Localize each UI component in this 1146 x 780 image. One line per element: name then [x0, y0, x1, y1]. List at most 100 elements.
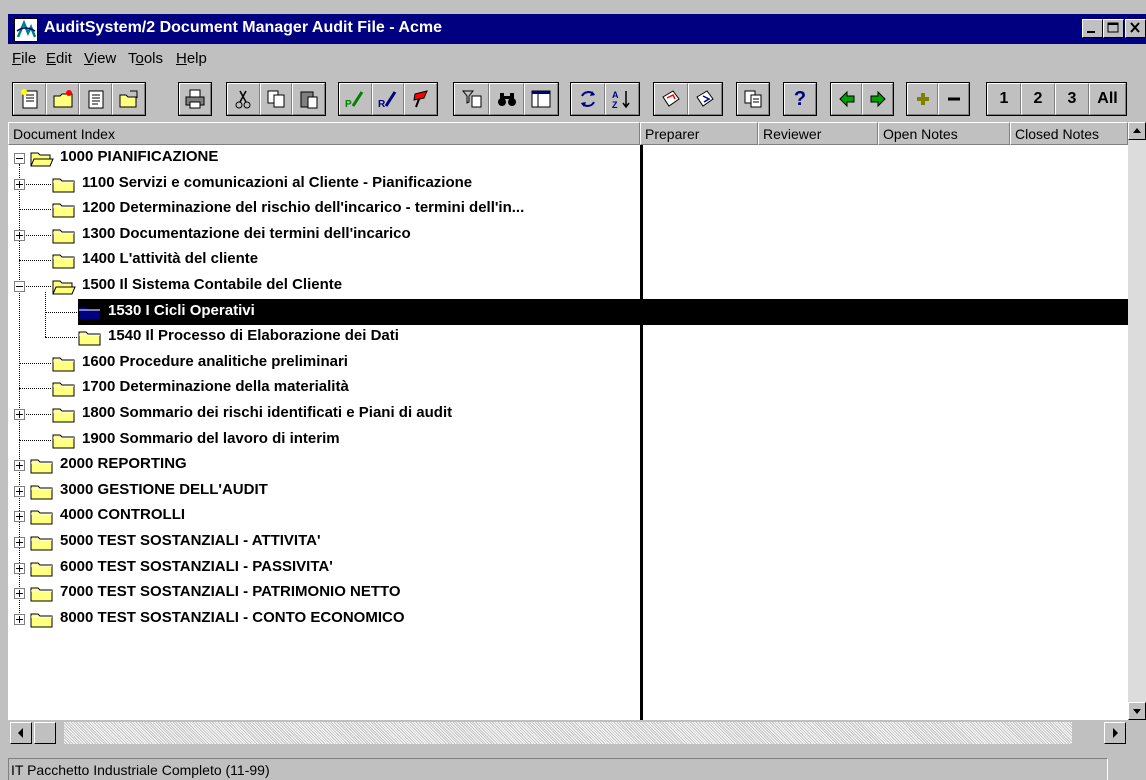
refresh-button[interactable]: [571, 83, 605, 115]
view-panel-button[interactable]: [524, 83, 558, 115]
level-3-button[interactable]: 3: [1055, 83, 1089, 115]
tree-row[interactable]: 6000 TEST SOSTANZIALI - PASSIVITA': [8, 555, 1128, 581]
scroll-up-button[interactable]: [1128, 122, 1146, 140]
expand-node-icon[interactable]: [14, 230, 25, 241]
tree-item-label: 5000 TEST SOSTANZIALI - ATTIVITA': [60, 532, 321, 549]
flag-button[interactable]: [404, 83, 438, 115]
cut-button[interactable]: [227, 83, 260, 115]
tree-row[interactable]: 1540 Il Processo di Elaborazione dei Dat…: [8, 324, 1128, 350]
document-button[interactable]: [79, 83, 112, 115]
paste-button[interactable]: [292, 83, 326, 115]
help-button[interactable]: ?: [784, 83, 816, 115]
find-button[interactable]: [489, 83, 524, 115]
level-2-button[interactable]: 2: [1021, 83, 1055, 115]
expand-node-icon[interactable]: [14, 563, 25, 574]
collapse-node-icon[interactable]: [14, 153, 25, 164]
menu-file[interactable]: File: [12, 50, 36, 67]
prepared-signoff-button[interactable]: P: [339, 83, 372, 115]
scroll-left-button[interactable]: [10, 722, 32, 744]
tree-row[interactable]: 4000 CONTROLLI: [8, 503, 1128, 529]
scroll-track[interactable]: [64, 722, 1072, 744]
menu-tools[interactable]: Tools: [128, 50, 163, 67]
column-header-open-notes[interactable]: Open Notes: [878, 122, 1010, 145]
folder-icon: [52, 434, 75, 449]
filter-button[interactable]: [454, 83, 489, 115]
tree-row[interactable]: 5000 TEST SOSTANZIALI - ATTIVITA': [8, 529, 1128, 555]
roll-back-button[interactable]: [688, 83, 722, 115]
tree-row[interactable]: 8000 TEST SOSTANZIALI - CONTO ECONOMICO: [8, 606, 1128, 632]
tree-row[interactable]: 1530 I Cicli Operativi: [8, 299, 1128, 325]
new-document-icon: [20, 89, 37, 109]
new-folder-button[interactable]: [46, 83, 79, 115]
binoculars-icon: [497, 93, 516, 106]
menu-view[interactable]: View: [84, 50, 116, 67]
expand-node-icon[interactable]: [14, 486, 25, 497]
tree-row[interactable]: 1900 Sommario del lavoro di interim: [8, 427, 1128, 453]
title-bar[interactable]: AuditSystem/2 Document Manager Audit Fil…: [8, 14, 1146, 44]
minimize-button[interactable]: [1082, 19, 1103, 38]
folder-icon: [30, 613, 53, 628]
expand-node-icon[interactable]: [14, 614, 25, 625]
tree-row[interactable]: 1000 PIANIFICAZIONE: [8, 145, 1128, 171]
column-header-row: Document Index Preparer Reviewer Open No…: [8, 122, 1146, 145]
collapse-button[interactable]: [938, 83, 969, 115]
folder-icon: [78, 306, 101, 321]
print-button[interactable]: [179, 83, 211, 115]
toolbar-group-roll: [653, 82, 723, 116]
copy-button[interactable]: [259, 83, 293, 115]
tree-row[interactable]: 1700 Determinazione della materialità: [8, 375, 1128, 401]
tree-row[interactable]: 2000 REPORTING: [8, 452, 1128, 478]
scroll-down-button[interactable]: [1128, 702, 1146, 720]
next-button[interactable]: [862, 83, 893, 115]
menu-help[interactable]: Help: [176, 50, 207, 67]
paste-icon: [300, 91, 318, 109]
column-header-closed-notes[interactable]: Closed Notes: [1010, 122, 1128, 145]
menu-edit[interactable]: Edit: [46, 50, 72, 67]
sort-button[interactable]: AZ: [605, 83, 639, 115]
new-document-button[interactable]: [13, 83, 46, 115]
tree-row[interactable]: 7000 TEST SOSTANZIALI - PATRIMONIO NETTO: [8, 580, 1128, 606]
tree-item-label: 6000 TEST SOSTANZIALI - PASSIVITA': [60, 558, 333, 575]
app-window: AuditSystem/2 Document Manager Audit Fil…: [0, 0, 1146, 780]
duplicate-button[interactable]: [737, 83, 769, 115]
horizontal-scrollbar[interactable]: [8, 720, 1128, 756]
scroll-right-button[interactable]: [1104, 722, 1126, 744]
expand-node-icon[interactable]: [14, 511, 25, 522]
expand-button[interactable]: [907, 83, 938, 115]
column-header-preparer[interactable]: Preparer: [640, 122, 758, 145]
toolbar: P R AZ ? 1 2 3 All: [8, 76, 1146, 122]
tree-row[interactable]: 1300 Documentazione dei termini dell'inc…: [8, 222, 1128, 248]
copy-icon: [267, 90, 285, 108]
tree-row[interactable]: 1800 Sommario dei rischi identificati e …: [8, 401, 1128, 427]
tree-row[interactable]: 1100 Servizi e comunicazioni al Cliente …: [8, 171, 1128, 197]
arrow-up-icon: [1133, 128, 1141, 133]
roll-forward-button[interactable]: [654, 83, 688, 115]
reviewed-signoff-button[interactable]: R: [371, 83, 405, 115]
toolbar-group-document: [12, 82, 146, 116]
expand-node-icon[interactable]: [14, 588, 25, 599]
tree-row[interactable]: 1400 L'attività del cliente: [8, 247, 1128, 273]
level-all-button[interactable]: All: [1089, 83, 1126, 115]
expand-node-icon[interactable]: [14, 537, 25, 548]
expand-node-icon[interactable]: [14, 179, 25, 190]
column-header-index[interactable]: Document Index: [8, 122, 640, 145]
tree-row[interactable]: 1200 Determinazione del rischio dell'inc…: [8, 196, 1128, 222]
folder-icon: [30, 485, 53, 500]
scroll-thumb[interactable]: [34, 722, 56, 744]
open-folder-button[interactable]: [112, 83, 145, 115]
level-1-button[interactable]: 1: [987, 83, 1021, 115]
tree-row[interactable]: 1600 Procedure analitiche preliminari: [8, 350, 1128, 376]
previous-button[interactable]: [831, 83, 862, 115]
tree-row[interactable]: 1500 Il Sistema Contabile del Cliente: [8, 273, 1128, 299]
collapse-node-icon[interactable]: [14, 281, 25, 292]
document-index-tree[interactable]: 1000 PIANIFICAZIONE 1100 Servizi e comuni…: [8, 145, 1128, 720]
maximize-button[interactable]: [1103, 19, 1124, 38]
column-header-reviewer[interactable]: Reviewer: [758, 122, 878, 145]
expand-node-icon[interactable]: [14, 460, 25, 471]
expand-node-icon[interactable]: [14, 409, 25, 420]
close-button[interactable]: [1125, 19, 1146, 38]
vertical-scrollbar[interactable]: [1128, 122, 1146, 720]
refresh-icon: [581, 91, 595, 107]
toolbar-group-print: [178, 82, 212, 116]
tree-row[interactable]: 3000 GESTIONE DELL'AUDIT: [8, 478, 1128, 504]
